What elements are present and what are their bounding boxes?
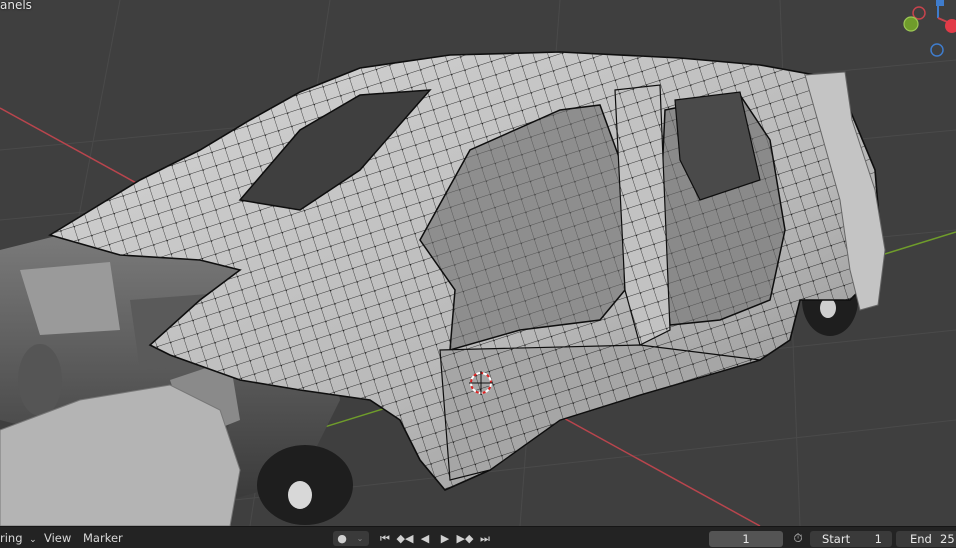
record-icon[interactable]: ● — [333, 531, 351, 546]
keyframe-prev-icon[interactable]: ◆◀ — [396, 531, 414, 546]
jump-start-icon[interactable]: ⏮ — [376, 531, 394, 546]
marker-menu[interactable]: Marker — [83, 530, 123, 546]
chevron-down-icon: ⌄ — [29, 535, 37, 545]
axis-y-negative-icon[interactable] — [930, 43, 944, 57]
keyframe-next-icon[interactable]: ▶◆ — [456, 531, 474, 546]
front-wheel[interactable] — [257, 445, 353, 525]
timeline-header: ring ⌄ View Marker ● ⌄ ⏮ ◆◀ ◀ ▶ ▶◆ ⏭ 1 ⏱… — [0, 526, 956, 548]
jump-end-icon[interactable]: ⏭ — [476, 531, 494, 546]
end-frame-field[interactable]: End 25 — [896, 531, 956, 547]
current-frame-field[interactable]: 1 — [709, 531, 783, 547]
viewport-canvas[interactable] — [0, 0, 956, 526]
play-reverse-icon[interactable]: ◀ — [416, 531, 434, 546]
end-value: 25 — [940, 532, 955, 546]
start-value: 1 — [874, 532, 882, 546]
axis-y-handle-icon[interactable] — [903, 16, 919, 32]
end-label: End — [910, 532, 932, 546]
start-label: Start — [822, 532, 851, 546]
start-frame-field[interactable]: Start 1 — [810, 531, 892, 547]
playback-mode-dropdown[interactable]: ring ⌄ — [0, 530, 37, 546]
navigation-gizmo[interactable] — [900, 0, 956, 62]
view-menu[interactable]: View — [44, 530, 71, 546]
axis-z-handle-icon[interactable] — [936, 0, 944, 6]
stopwatch-icon[interactable]: ⏱ — [789, 531, 807, 546]
axis-x-negative-icon[interactable] — [912, 6, 926, 20]
play-icon[interactable]: ▶ — [436, 531, 454, 546]
3d-viewport[interactable]: anels — [0, 0, 956, 526]
current-frame-value: 1 — [742, 532, 750, 546]
panel-label: anels — [0, 0, 32, 12]
record-options-chevron-icon[interactable]: ⌄ — [351, 531, 369, 546]
playback-mode-label: ring — [0, 531, 23, 545]
